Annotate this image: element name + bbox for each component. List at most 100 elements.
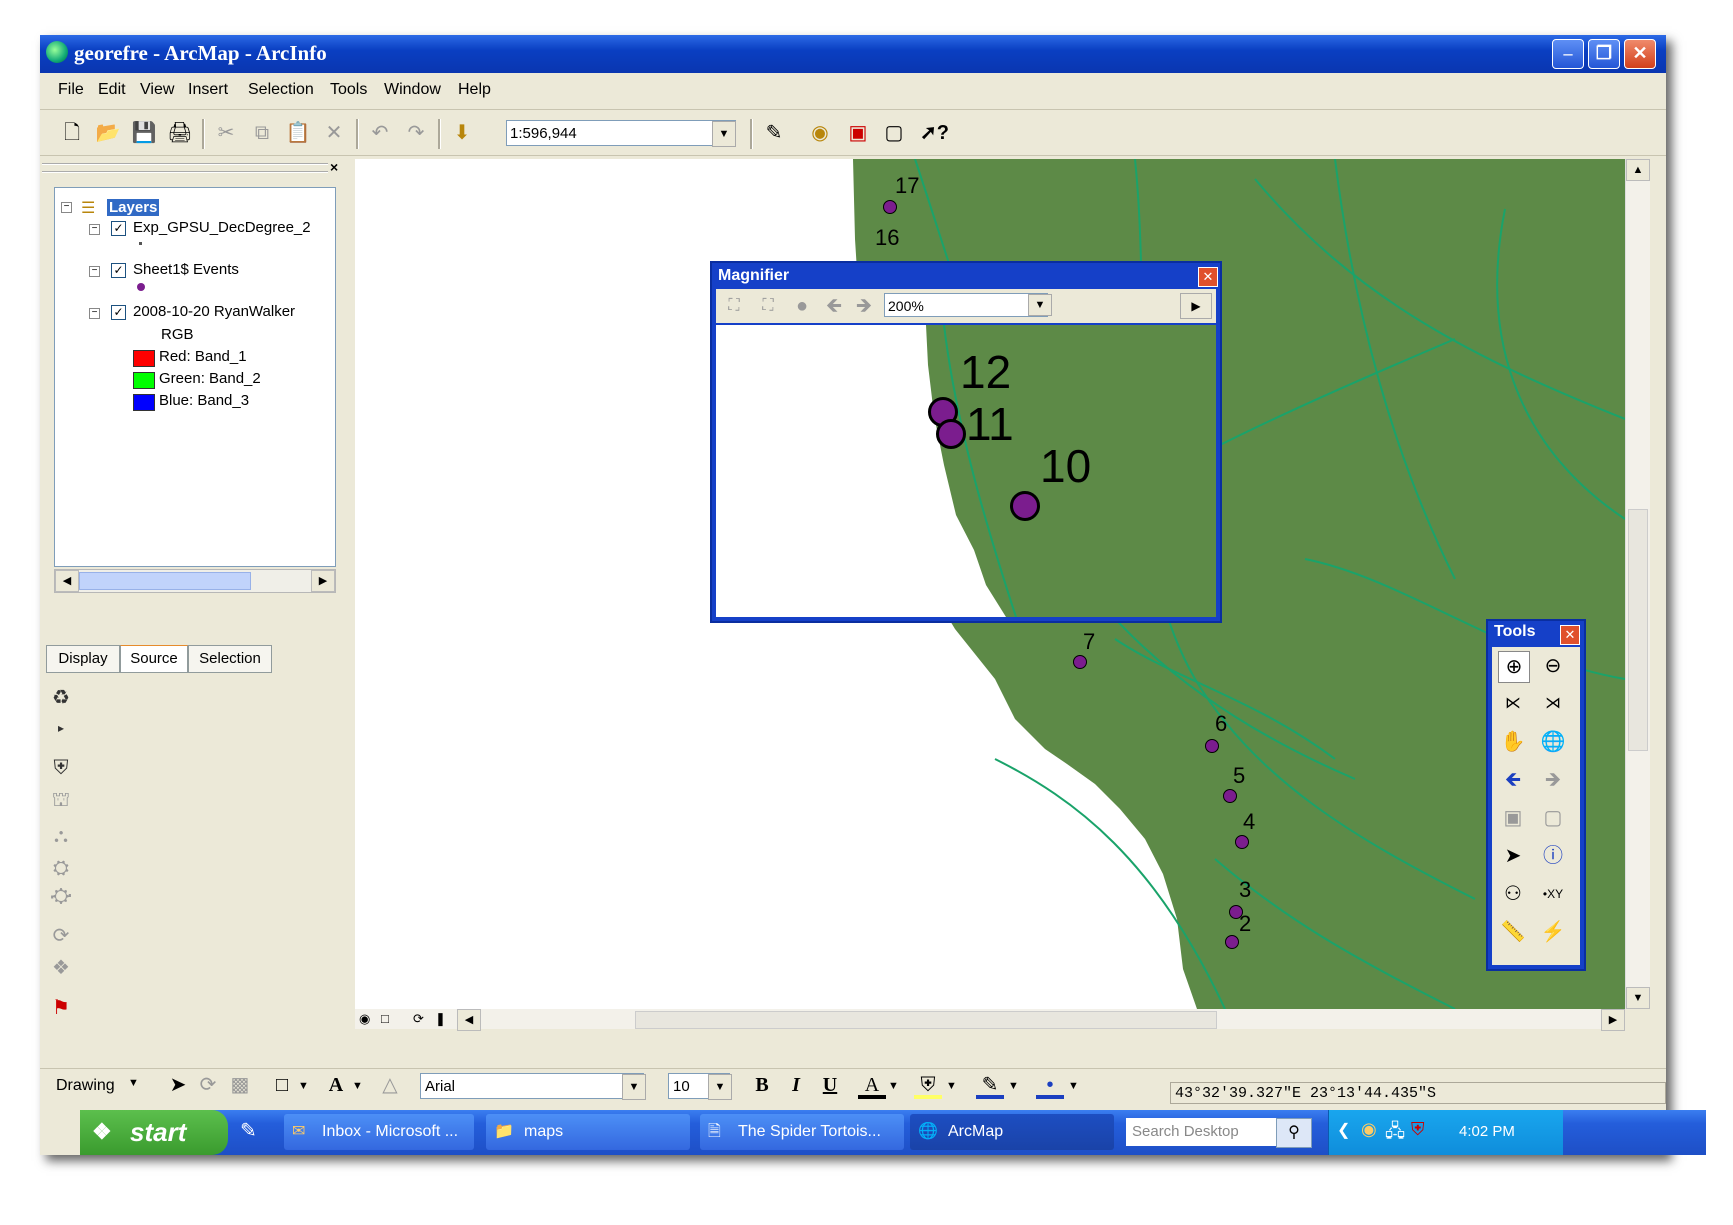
drawing-dropdown-icon[interactable]: ▼ [128, 1077, 139, 1089]
network-icon[interactable]: 🖧 [1385, 1119, 1405, 1149]
map-point[interactable] [1205, 739, 1219, 753]
trace-icon[interactable]: ⛬ [48, 825, 74, 851]
menu-insert[interactable]: Insert [188, 81, 228, 99]
fixed-zoom-out-icon[interactable]: ⋊ [1538, 689, 1568, 719]
rectangle-dropdown-icon[interactable]: ▼ [298, 1080, 309, 1092]
menu-view[interactable]: View [140, 81, 174, 99]
font-dropdown-arrow-icon[interactable]: ▼ [622, 1074, 646, 1100]
attribute-icon[interactable]: ⛮ [48, 885, 74, 911]
scroll-right-icon[interactable]: ▶ [1601, 1009, 1625, 1031]
security-shield-icon[interactable]: ⛨ [1411, 1119, 1425, 1140]
rotate-element-icon[interactable]: ⟳ [194, 1071, 222, 1099]
scroll-down-icon[interactable]: ▼ [1626, 987, 1650, 1009]
pan-hand-icon[interactable]: ✋ [1498, 727, 1528, 757]
minimize-button[interactable]: – [1552, 39, 1584, 69]
sketch-icon[interactable]: ⛭ [48, 857, 74, 883]
edit-vertices-icon[interactable]: △ [376, 1071, 404, 1099]
forward-arrow-icon[interactable]: 🡺 [850, 292, 878, 320]
bold-icon[interactable]: B [748, 1071, 776, 1099]
italic-icon[interactable]: I [782, 1071, 810, 1099]
tray-expand-icon[interactable]: ❮ [1337, 1120, 1350, 1140]
fixed-zoom-in-icon[interactable]: ⋉ [1498, 689, 1528, 719]
clear-selection-icon[interactable]: ▢ [1538, 803, 1568, 833]
magnifier-zoom-select[interactable]: 200% [884, 293, 1048, 317]
zoom-dropdown-arrow-icon[interactable]: ▼ [1028, 294, 1052, 316]
tools-close-icon[interactable]: ✕ [1560, 625, 1580, 645]
magnified-point[interactable] [1010, 491, 1040, 521]
back-arrow-icon[interactable]: 🡸 [820, 292, 848, 320]
full-extent-globe-icon[interactable]: 🌐 [1538, 727, 1568, 757]
menu-edit[interactable]: Edit [98, 81, 126, 99]
scroll-left-icon[interactable]: ◀ [55, 570, 79, 592]
toc-root-layers[interactable]: Layers [107, 199, 160, 216]
refresh-icon[interactable]: ⟳ [413, 1011, 424, 1027]
collapse-icon[interactable]: − [89, 308, 100, 319]
scale-dropdown-arrow-icon[interactable]: ▼ [712, 121, 736, 147]
scroll-left-icon[interactable]: ◀ [457, 1009, 481, 1031]
snapshot-icon[interactable]: ● [788, 292, 816, 320]
pause-icon[interactable]: ❚ [435, 1011, 446, 1027]
tab-source[interactable]: Source [120, 645, 188, 673]
identify-info-icon[interactable]: ⓘ [1538, 841, 1568, 871]
paste-icon[interactable]: 📋 [284, 119, 312, 147]
data-view-icon[interactable]: ◉ [359, 1011, 370, 1027]
new-document-icon[interactable]: 🗋 [58, 119, 86, 147]
expand-arrow-icon[interactable]: ▸ [48, 721, 74, 747]
georeference-icon[interactable]: ♻ [48, 685, 74, 711]
font-name-select[interactable]: Arial [420, 1073, 644, 1099]
layer-checkbox[interactable]: ✓ [111, 305, 126, 320]
font-color-dropdown-icon[interactable]: ▼ [888, 1080, 899, 1092]
menu-file[interactable]: File [58, 81, 84, 99]
scroll-up-icon[interactable]: ▲ [1626, 159, 1650, 181]
size-dropdown-arrow-icon[interactable]: ▼ [708, 1074, 732, 1100]
menu-selection[interactable]: Selection [248, 81, 314, 99]
layer-checkbox[interactable]: ✓ [111, 221, 126, 236]
menu-window[interactable]: Window [384, 81, 441, 99]
layer-gps-points[interactable]: Exp_GPSU_DecDegree_2 [133, 219, 311, 236]
map-vertical-scrollbar[interactable]: ▲ ▼ [1625, 159, 1650, 1009]
arccatalog-icon[interactable]: ◉ [806, 119, 834, 147]
save-icon[interactable]: 💾 [130, 119, 158, 147]
measure-icon[interactable]: 📏 [1498, 917, 1528, 947]
go-to-xy-icon[interactable]: •XY [1538, 879, 1568, 909]
hyperlink-icon[interactable]: ⚡ [1538, 917, 1568, 947]
edit-tool-icon[interactable]: ⛫ [48, 789, 74, 815]
marker-color-icon[interactable]: • [1036, 1071, 1064, 1099]
map-point[interactable] [1223, 789, 1237, 803]
map-vscroll-thumb[interactable] [1628, 509, 1648, 751]
copy-icon[interactable]: ⧉ [248, 119, 276, 147]
magnifier-options-arrow-icon[interactable]: ▶ [1180, 293, 1212, 319]
text-dropdown-icon[interactable]: ▼ [352, 1080, 363, 1092]
marker-color-dropdown-icon[interactable]: ▼ [1068, 1080, 1079, 1092]
underline-icon[interactable]: U [816, 1071, 844, 1099]
command-line-icon[interactable]: ▢ [880, 119, 908, 147]
zoom-in-icon[interactable]: ⊕ [1498, 651, 1530, 683]
toc-close-icon[interactable]: × [330, 159, 338, 175]
line-color-dropdown-icon[interactable]: ▼ [1008, 1080, 1019, 1092]
scroll-right-icon[interactable]: ▶ [311, 570, 335, 592]
select-elements-arrow-icon[interactable]: ➤ [1498, 841, 1528, 871]
taskbar-item-arcmap[interactable]: 🌐 ArcMap [910, 1114, 1114, 1150]
map-point[interactable] [883, 200, 897, 214]
taskbar-item-word-doc[interactable]: 🗎 The Spider Tortois... [700, 1114, 904, 1150]
zoom-out-icon[interactable]: ⊖ [1538, 651, 1568, 681]
restore-button[interactable]: ❐ [1588, 39, 1620, 69]
layer-checkbox[interactable]: ✓ [111, 263, 126, 278]
editor-toolbar-icon[interactable]: ✎ [760, 119, 788, 147]
tab-selection[interactable]: Selection [188, 645, 272, 673]
layer-sheet1-events[interactable]: Sheet1$ Events [133, 261, 239, 278]
font-color-icon[interactable]: A [858, 1071, 886, 1099]
magnifier-close-icon[interactable]: ✕ [1198, 267, 1218, 287]
print-icon[interactable]: 🖨 [166, 119, 194, 147]
map-point[interactable] [1225, 935, 1239, 949]
magnifier-window[interactable]: Magnifier ✕ ⛶ ⛶ ● 🡸 🡺 200% ▼ ▶ 12 11 10 [710, 261, 1222, 623]
fill-color-dropdown-icon[interactable]: ▼ [946, 1080, 957, 1092]
tools-toolbar-window[interactable]: Tools ✕ ⊕ ⊖ ⋉ ⋊ ✋ 🌐 🡸 🡺 ▣ ▢ ➤ ⓘ ⚇ •XY 📏 … [1486, 619, 1586, 971]
arctoolbox-icon[interactable]: ▣ [844, 119, 872, 147]
collapse-icon[interactable]: − [89, 224, 100, 235]
line-color-icon[interactable]: ✎ [976, 1071, 1004, 1099]
start-button[interactable]: ❖ start [80, 1110, 228, 1155]
map-scale-input[interactable]: 1:596,944 [506, 120, 736, 146]
layer-raster[interactable]: 2008-10-20 RyanWalker [133, 303, 295, 320]
menu-tools[interactable]: Tools [330, 81, 367, 99]
